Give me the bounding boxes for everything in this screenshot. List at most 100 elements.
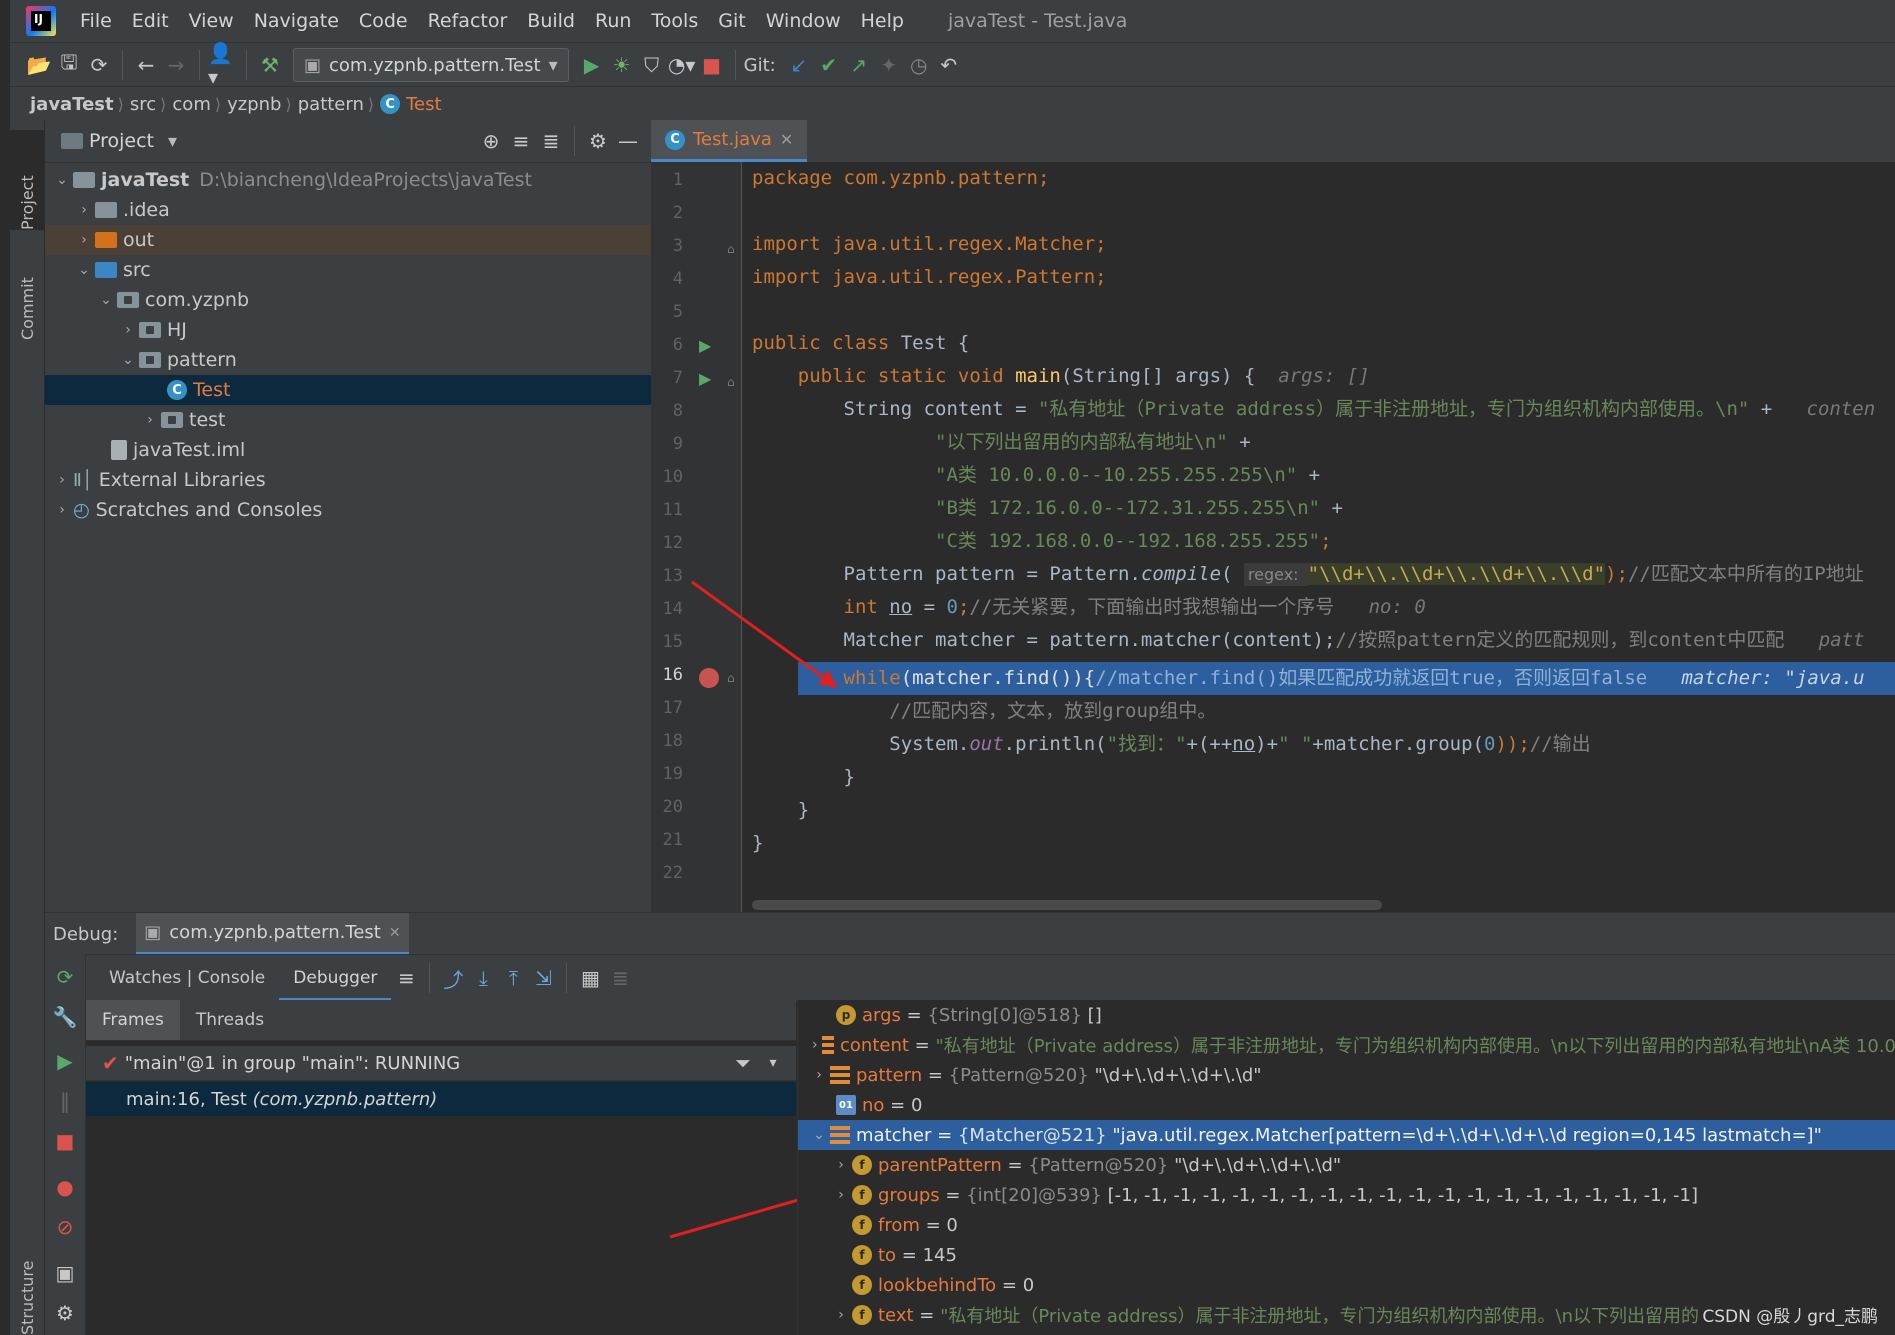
layout-icon[interactable]: ≡ (391, 963, 421, 993)
expand-all-icon[interactable]: ≡ (506, 126, 536, 156)
hide-icon[interactable]: — (613, 126, 643, 156)
tree-item-src[interactable]: ⌄ src (45, 255, 651, 285)
variable-row[interactable]: › f groups = {int[20]@539} [-1, -1, -1, … (798, 1180, 1895, 1210)
build-hammer-icon[interactable]: ⚒ (255, 50, 285, 80)
rerun-icon[interactable]: ⟳ (50, 962, 80, 992)
project-panel-title[interactable]: Project (89, 130, 154, 152)
tree-item-test-package[interactable]: › test (45, 405, 651, 435)
chevron-down-icon[interactable]: ⌄ (808, 1127, 830, 1143)
rollback-icon[interactable]: ↶ (934, 50, 964, 80)
mute-breakpoints-icon[interactable]: ⊘ (50, 1212, 80, 1242)
tree-item-pattern[interactable]: ⌄ pattern (45, 345, 651, 375)
variable-row[interactable]: p args = {String[0]@518} [] (798, 1000, 1895, 1030)
chevron-down-icon[interactable]: ▾ (758, 1048, 788, 1078)
tab-watches-console[interactable]: Watches | Console (95, 968, 279, 988)
step-into-icon[interactable]: ⤓ (468, 963, 498, 993)
variable-row[interactable]: f from = 0 (798, 1210, 1895, 1240)
menu-git[interactable]: Git (708, 10, 755, 32)
close-icon[interactable]: ✕ (780, 130, 793, 149)
tree-item-idea[interactable]: › .idea (45, 195, 651, 225)
user-icon[interactable]: 👤▾ (208, 41, 238, 89)
editor-tab-test-java[interactable]: C Test.java ✕ (651, 120, 808, 162)
sync-icon[interactable]: ⟳ (84, 50, 114, 80)
menu-help[interactable]: Help (851, 10, 914, 32)
commit-tool-tab[interactable]: Commit (10, 240, 44, 340)
debug-session-tab[interactable]: ▣ com.yzpnb.pattern.Test ✕ (136, 913, 409, 955)
chevron-down-icon[interactable]: ⌄ (117, 352, 139, 368)
menu-code[interactable]: Code (349, 10, 418, 32)
collapse-all-icon[interactable]: ≣ (536, 126, 566, 156)
coverage-icon[interactable]: ⛉ (637, 50, 667, 80)
breadcrumb-item[interactable]: pattern (292, 94, 368, 115)
variable-row-selected[interactable]: ⌄ matcher = {Matcher@521} "java.util.reg… (798, 1120, 1895, 1150)
tree-item-external-libraries[interactable]: › Ⅱ│ External Libraries (45, 465, 651, 495)
menu-run[interactable]: Run (585, 10, 641, 32)
fold-icon[interactable]: ⌂ (727, 671, 735, 685)
tree-item-test-class[interactable]: C Test (45, 375, 651, 405)
gear-icon[interactable]: ⚙ (583, 126, 613, 156)
code-editor[interactable]: package com.yzpnb.pattern; import java.u… (742, 162, 1895, 912)
tree-item-com-yzpnb[interactable]: ⌄ com.yzpnb (45, 285, 651, 315)
back-icon[interactable]: ← (131, 50, 161, 80)
project-tool-tab[interactable]: Project (10, 130, 44, 230)
menu-window[interactable]: Window (756, 10, 851, 32)
stop-icon[interactable]: ■ (697, 50, 727, 80)
tree-item-out[interactable]: › out (45, 225, 651, 255)
horizontal-scrollbar[interactable] (752, 900, 1382, 910)
git-commit-icon[interactable]: ✔ (814, 50, 844, 80)
pause-icon[interactable]: ‖ (50, 1086, 80, 1116)
chevron-right-icon[interactable]: › (117, 322, 139, 338)
save-icon[interactable]: 🖫 (54, 50, 84, 80)
structure-tool-tab[interactable]: Structure (10, 1240, 44, 1335)
profile-icon[interactable]: ◔▾ (667, 50, 697, 80)
tree-item-javatest[interactable]: ⌄ javaTest D:\biancheng\IdeaProjects\jav… (45, 165, 651, 195)
step-over-icon[interactable]: ⤴ (438, 963, 468, 993)
menu-navigate[interactable]: Navigate (244, 10, 349, 32)
debug-bug-icon[interactable]: ☀ (607, 50, 637, 80)
chevron-down-icon[interactable]: ▾ (168, 131, 177, 152)
run-configuration-select[interactable]: ▣ com.yzpnb.pattern.Test ▾ (293, 48, 569, 82)
chevron-down-icon[interactable]: ⌄ (51, 172, 73, 188)
chevron-right-icon[interactable]: › (51, 502, 73, 518)
chevron-right-icon[interactable]: › (830, 1187, 852, 1203)
chevron-right-icon[interactable]: › (830, 1157, 852, 1173)
menu-refactor[interactable]: Refactor (418, 10, 518, 32)
open-folder-icon[interactable]: 📂 (24, 50, 54, 80)
chevron-right-icon[interactable]: › (830, 1307, 852, 1323)
wrench-icon[interactable]: 🔧 (50, 1002, 80, 1032)
chevron-right-icon[interactable]: › (73, 202, 95, 218)
fold-icon[interactable]: ⌂ (727, 375, 735, 389)
tree-item-hj[interactable]: › HJ (45, 315, 651, 345)
locate-icon[interactable]: ⊕ (476, 126, 506, 156)
fold-icon[interactable]: ⌂ (727, 242, 735, 256)
chevron-down-icon[interactable]: ⌄ (95, 292, 117, 308)
gear-icon[interactable]: ⚙ (50, 1298, 80, 1328)
history-icon[interactable]: ◷ (904, 50, 934, 80)
view-breakpoints-icon[interactable]: ● (50, 1172, 80, 1202)
tree-item-javatest-iml[interactable]: javaTest.iml (45, 435, 651, 465)
chevron-right-icon[interactable]: › (139, 412, 161, 428)
stop-icon[interactable]: ■ (50, 1126, 80, 1156)
variable-row[interactable]: 01 no = 0 (798, 1090, 1895, 1120)
menu-edit[interactable]: Edit (122, 10, 179, 32)
variable-row[interactable]: f to = 145 (798, 1240, 1895, 1270)
breakpoint-icon[interactable] (699, 668, 719, 688)
chevron-down-icon[interactable]: ⌄ (73, 262, 95, 278)
variable-row[interactable]: f lookbehindTo = 0 (798, 1270, 1895, 1300)
forward-icon[interactable]: → (161, 50, 191, 80)
menu-file[interactable]: File (70, 10, 122, 32)
menu-tools[interactable]: Tools (641, 10, 708, 32)
thread-selector[interactable]: ✔ "main"@1 in group "main": RUNNING ⏷ ▾ (86, 1046, 796, 1081)
tab-debugger[interactable]: Debugger (279, 955, 392, 1001)
run-gutter-icon[interactable]: ▶ (699, 336, 711, 355)
chevron-right-icon[interactable]: › (808, 1037, 822, 1053)
git-merge-icon[interactable]: ✦ (874, 50, 904, 80)
menu-build[interactable]: Build (517, 10, 585, 32)
trace-icon[interactable]: ≣ (605, 963, 635, 993)
variable-row[interactable]: › content = "私有地址（Private address）属于非注册地… (798, 1030, 1895, 1060)
variable-row[interactable]: › pattern = {Pattern@520} "\d+\.\d+\.\d+… (798, 1060, 1895, 1090)
variable-row[interactable]: › f parentPattern = {Pattern@520} "\d+\.… (798, 1150, 1895, 1180)
resume-icon[interactable]: ▶ (50, 1046, 80, 1076)
chevron-right-icon[interactable]: › (808, 1067, 830, 1083)
tab-threads[interactable]: Threads (180, 1010, 280, 1030)
